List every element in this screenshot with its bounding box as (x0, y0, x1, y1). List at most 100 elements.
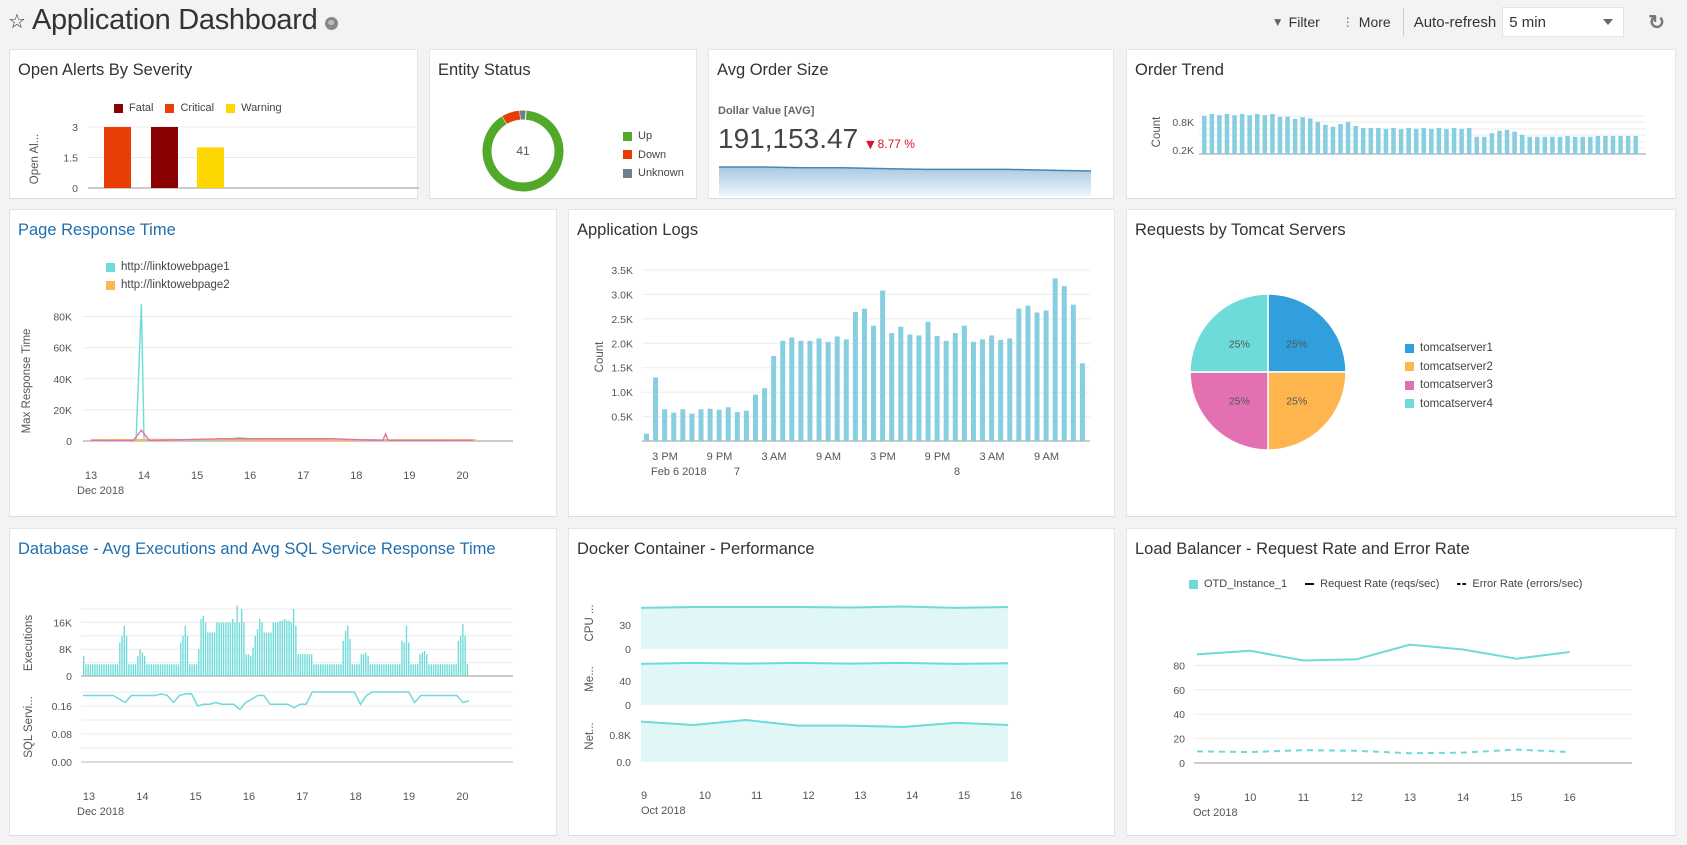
x-tick-label: 14 (138, 470, 150, 482)
filter-button[interactable]: ▼ Filter (1272, 14, 1320, 30)
execution-bar (213, 632, 216, 676)
execution-bar (437, 664, 439, 676)
log-bar (707, 408, 713, 441)
execution-bar (459, 635, 462, 676)
execution-bar (96, 664, 98, 676)
log-bar (952, 333, 958, 441)
execution-bar (112, 664, 114, 676)
execution-bar (123, 625, 125, 676)
legend-item-tomcatserver2[interactable]: tomcatserver2 (1405, 358, 1493, 377)
execution-bar (229, 622, 232, 676)
widget-application-logs: Application Logs 0.5K 1.0K 1.5K 2.0K 2.5K 3.0… (568, 209, 1115, 517)
trend-bar (1482, 136, 1487, 154)
y-axis-label: CPU ... (584, 604, 596, 641)
y-tick-label: 20K (53, 405, 72, 417)
execution-bar (403, 642, 405, 676)
legend-item-unknown[interactable]: Unknown (623, 164, 684, 183)
execution-bar (150, 664, 153, 676)
log-bar (861, 308, 867, 441)
x-tick-label: 11 (1298, 792, 1309, 804)
legend-item-tomcatserver1[interactable]: tomcatserver1 (1405, 339, 1493, 358)
y-tick-label: 0.5K (611, 412, 633, 424)
trend-bar (1315, 122, 1321, 154)
legend-label: tomcatserver2 (1420, 360, 1493, 373)
execution-bar (134, 664, 137, 676)
x-tick-label: Feb 6 2018 (651, 466, 707, 478)
x-tick-label: 19 (403, 791, 415, 803)
trend-bar (1444, 128, 1449, 154)
execution-bar (342, 640, 344, 676)
execution-bar (216, 622, 218, 676)
log-bar (898, 326, 904, 441)
trend-bar (1406, 128, 1411, 154)
autorefresh-select[interactable]: 5 min (1502, 7, 1625, 37)
x-tick-label: 16 (1564, 792, 1576, 804)
x-tick-label: 13 (1404, 792, 1416, 804)
execution-bar (121, 635, 123, 676)
execution-bar (457, 640, 460, 676)
execution-bar (159, 664, 162, 676)
trend-bar (1429, 128, 1434, 154)
execution-bar (410, 664, 412, 676)
filter-label: Filter (1288, 14, 1320, 30)
docker-area-chart: 0 30 CPU ... 0 40 Me... 0.0 0.8K Net... 9 10 11 12 13… (584, 604, 1022, 817)
trend-bar (1459, 128, 1464, 154)
area-line-1 (640, 605, 1009, 609)
legend-item-down[interactable]: Down (623, 146, 684, 165)
pie-slice-label: 25% (1286, 396, 1307, 408)
execution-bar (116, 664, 119, 676)
trend-bar (1451, 128, 1457, 154)
log-bar (1070, 304, 1076, 441)
refresh-icon[interactable]: ↻ (1648, 10, 1665, 35)
trend-bar (1209, 114, 1215, 154)
legend-item-tomcatserver3[interactable]: tomcatserver3 (1405, 376, 1493, 395)
log-bar (671, 412, 677, 441)
trend-bar (1618, 136, 1623, 154)
y-tick-label: 60K (53, 343, 72, 355)
execution-bar (283, 619, 286, 676)
y-tick-label: 3.5K (611, 265, 633, 277)
execution-bar (405, 625, 408, 676)
trend-bar (1489, 133, 1495, 154)
execution-bar (128, 664, 130, 676)
execution-bar (335, 664, 338, 676)
log-bar (771, 355, 777, 441)
execution-bar (310, 654, 313, 676)
legend-item-tomcatserver4[interactable]: tomcatserver4 (1405, 395, 1493, 414)
legend-item-up[interactable]: Up (623, 127, 684, 146)
execution-bar (464, 635, 466, 676)
y-tick-label: 0 (66, 671, 72, 683)
execution-bar (351, 664, 353, 676)
execution-bar (340, 664, 342, 676)
load-balancer-line-chart: 0 20 40 60 80 9 10 11 12 13 14 15 16 Oct 2018 (1173, 643, 1632, 819)
log-bar (980, 339, 986, 441)
execution-bar (292, 609, 295, 676)
execution-bar (259, 619, 261, 676)
execution-bar (399, 664, 401, 676)
execution-bar (446, 664, 448, 676)
log-bar (1079, 363, 1085, 441)
donut-slice-down (502, 110, 521, 125)
execution-bar (426, 654, 428, 676)
execution-bar (295, 625, 297, 676)
more-button[interactable]: ⋮ More (1342, 14, 1391, 30)
x-tick-label: 15 (190, 791, 202, 803)
trend-bar (1277, 116, 1283, 154)
log-bar (816, 338, 822, 441)
execution-bar (227, 622, 229, 676)
execution-bar (202, 615, 204, 676)
star-outline-icon[interactable]: ☆ (8, 9, 26, 33)
autorefresh-label: Auto-refresh (1413, 13, 1497, 31)
y-tick-label: 0.00 (52, 757, 73, 769)
page-response-line-chart: 0 20K 40K 60K 80K Max Response Time 13 14 15 16 17… (21, 304, 513, 497)
execution-bar (171, 664, 173, 676)
execution-bar (435, 664, 437, 676)
x-tick-label: 9 (641, 790, 647, 802)
donut-center-value: 41 (516, 144, 530, 158)
chevron-down-icon (1603, 19, 1614, 25)
execution-bar (146, 664, 148, 676)
x-tick-label: 20 (456, 791, 468, 803)
widget-docker-performance: Docker Container - Performance 0 30 CPU ..… (568, 528, 1115, 836)
globe-icon (325, 17, 339, 30)
log-bar (1034, 312, 1040, 441)
